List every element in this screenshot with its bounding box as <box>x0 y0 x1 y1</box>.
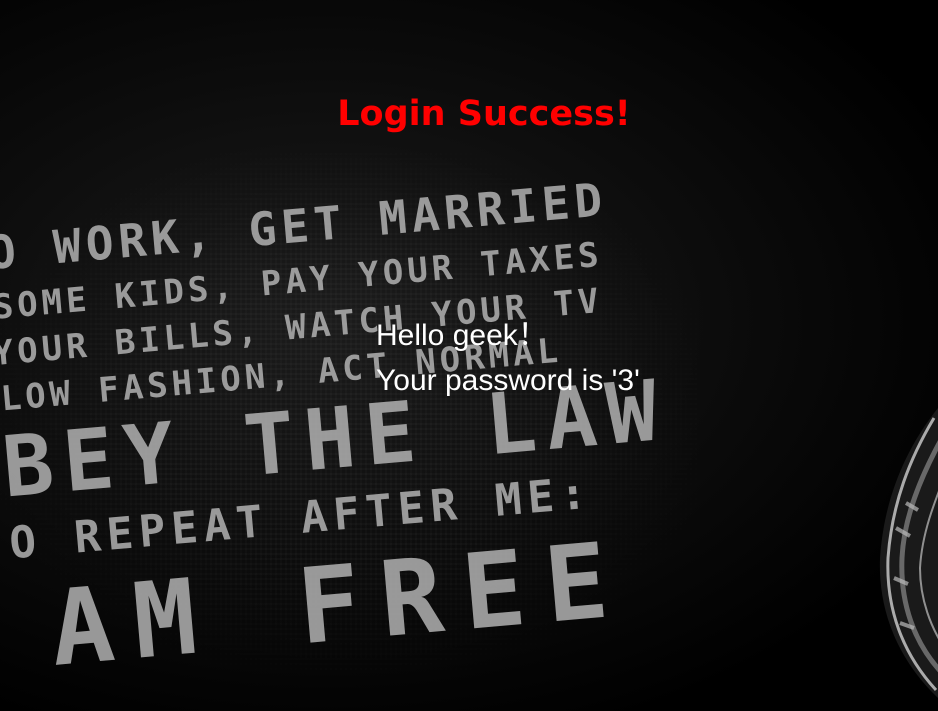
fabric-fold-decoration <box>879 408 938 698</box>
message-block: Hello geek！ Your password is '3' <box>376 313 640 403</box>
password-text: Your password is '3' <box>376 364 640 397</box>
greeting-text: Hello geek！ <box>376 319 548 352</box>
login-success-title: Login Success! <box>337 94 631 134</box>
login-success-page: O WORK, GET MARRIED SOME KIDS, PAY YOUR … <box>0 0 938 711</box>
